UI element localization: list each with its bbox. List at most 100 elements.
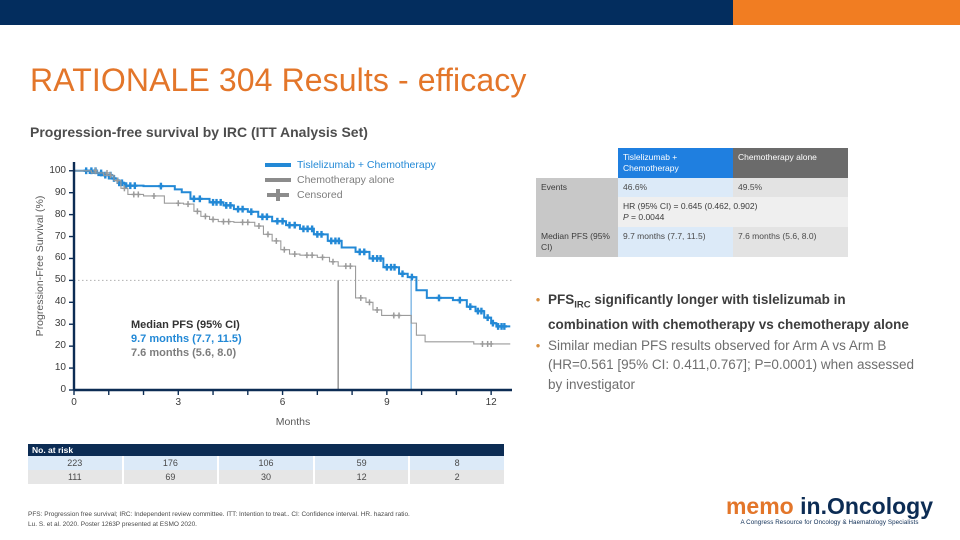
median-annotation-grey: 7.6 months (5.6, 8.0) bbox=[131, 347, 237, 359]
bullet-item-1: • Similar median PFS results observed for… bbox=[528, 336, 928, 395]
risk-cell: 69 bbox=[123, 470, 220, 484]
censor-mark bbox=[210, 216, 216, 223]
chart-subtitle: Progression-free survival by IRC (ITT An… bbox=[30, 124, 368, 140]
censor-mark bbox=[191, 195, 197, 203]
censor-mark bbox=[292, 221, 298, 229]
bullet-dot-icon: • bbox=[535, 337, 541, 353]
censor-mark bbox=[396, 312, 402, 319]
risk-cell: 176 bbox=[123, 456, 220, 470]
table-header-arm-b: Chemotherapy alone bbox=[733, 148, 848, 178]
censor-mark bbox=[151, 192, 157, 199]
censor-mark bbox=[304, 252, 310, 259]
x-tick-label: 12 bbox=[485, 397, 497, 408]
legend-item-1: Chemotherapy alone bbox=[265, 173, 436, 187]
censor-mark bbox=[256, 223, 262, 230]
chart-legend: Tislelizumab + Chemotherapy Chemotherapy … bbox=[265, 158, 436, 203]
row-label-median-pfs: Median PFS (95% CI) bbox=[536, 227, 618, 257]
header-band-orange bbox=[733, 0, 960, 25]
censor-mark bbox=[480, 340, 485, 347]
bullet-text: PFSIRC significantly longer with tisleli… bbox=[548, 292, 909, 333]
header-band-navy bbox=[0, 0, 733, 25]
median-annotation-heading: Median PFS (95% CI) bbox=[131, 319, 240, 331]
censor-mark bbox=[240, 219, 245, 226]
legend-line-swatch bbox=[265, 158, 291, 172]
hr-row-blank bbox=[536, 197, 618, 227]
censor-mark bbox=[305, 225, 311, 233]
y-tick-label: 100 bbox=[49, 164, 66, 176]
y-tick-label: 10 bbox=[54, 362, 66, 374]
censor-mark bbox=[399, 270, 406, 278]
censor-mark bbox=[274, 217, 280, 225]
events-arm-a: 46.6% bbox=[618, 178, 733, 197]
censor-mark bbox=[374, 306, 380, 313]
censor-mark bbox=[158, 182, 164, 190]
censor-mark bbox=[391, 312, 397, 319]
table-row: Median PFS (95% CI) 9.7 months (7.7, 11.… bbox=[536, 227, 848, 257]
page-title: RATIONALE 304 Results - efficacy bbox=[30, 62, 527, 98]
censor-mark bbox=[265, 231, 271, 238]
number-at-risk-table: No. at risk 223 176 106 59 8 111 69 30 12 2 bbox=[28, 444, 504, 484]
censor-mark bbox=[292, 251, 297, 258]
median-annotation-blue: 9.7 months (7.7, 11.5) bbox=[131, 333, 242, 345]
hazard-ratio-cell: HR (95% CI) = 0.645 (0.462, 0.902) P = 0… bbox=[618, 197, 848, 227]
censor-mark bbox=[248, 208, 254, 216]
censor-mark bbox=[282, 246, 287, 253]
table-corner-cell bbox=[536, 148, 618, 178]
censor-mark bbox=[457, 296, 463, 304]
bullet-item-0: • PFSIRC significantly longer with tislel… bbox=[528, 290, 928, 335]
risk-cell: 12 bbox=[314, 470, 411, 484]
censor-mark bbox=[136, 191, 141, 198]
risk-cell: 223 bbox=[28, 456, 124, 470]
censor-mark bbox=[131, 191, 136, 198]
censor-mark bbox=[361, 248, 367, 256]
footnote-line-1: PFS: Progression free survival; IRC: Ind… bbox=[28, 511, 410, 518]
y-tick-label: 70 bbox=[54, 230, 66, 242]
censor-mark bbox=[239, 205, 246, 213]
median-pfs-annotation: Median PFS (95% CI) 9.7 months (7.7, 11.… bbox=[131, 318, 242, 360]
table-header-arm-a: Tislelizumab + Chemotherapy bbox=[618, 148, 733, 178]
y-tick-label: 40 bbox=[54, 296, 66, 308]
bullet-text: Similar median PFS results observed for … bbox=[548, 337, 914, 392]
censor-mark bbox=[176, 200, 181, 207]
censored-marker-icon bbox=[265, 188, 291, 202]
memo-inoncology-logo: memo in.Oncology A Congress Resource for… bbox=[722, 494, 937, 527]
y-tick-label: 80 bbox=[54, 208, 66, 220]
risk-cell: 106 bbox=[219, 456, 315, 470]
risk-cell: 2 bbox=[410, 470, 504, 484]
table-row-hr: HR (95% CI) = 0.645 (0.462, 0.902) P = 0… bbox=[536, 197, 848, 227]
bullet-subscript: IRC bbox=[574, 299, 591, 311]
censor-mark bbox=[488, 340, 494, 347]
censor-mark bbox=[391, 263, 398, 271]
censor-mark bbox=[235, 205, 241, 213]
censor-mark bbox=[245, 219, 251, 226]
censor-mark bbox=[320, 254, 325, 261]
censor-mark bbox=[367, 299, 372, 306]
censor-mark bbox=[318, 230, 325, 238]
risk-cell: 59 bbox=[314, 456, 411, 470]
x-tick-label: 3 bbox=[175, 397, 182, 408]
hr-line-1: HR (95% CI) = 0.645 (0.462, 0.902) bbox=[623, 201, 758, 211]
censor-mark bbox=[132, 182, 138, 190]
censor-mark bbox=[185, 201, 191, 208]
risk-cell: 30 bbox=[219, 470, 315, 484]
footnote-line-2: Lu. S. et al. 2020. Poster 1263P present… bbox=[28, 520, 197, 528]
risk-row-arm-b: 111 69 30 12 2 bbox=[28, 470, 504, 484]
x-axis-label: Months bbox=[275, 416, 311, 428]
censor-mark bbox=[264, 213, 270, 221]
risk-cell: 8 bbox=[410, 456, 504, 470]
logo-wordmark: memo in.Oncology bbox=[722, 494, 937, 519]
y-tick-label: 30 bbox=[54, 318, 66, 330]
footnote: PFS: Progression free survival; IRC: Ind… bbox=[28, 510, 528, 529]
censor-mark bbox=[197, 195, 203, 203]
censor-mark bbox=[357, 248, 363, 256]
median-pfs-arm-b: 7.6 months (5.6, 8.0) bbox=[733, 227, 848, 257]
censor-mark bbox=[127, 182, 133, 190]
censor-mark bbox=[286, 221, 293, 229]
x-tick-label: 9 bbox=[384, 397, 390, 408]
censor-mark bbox=[436, 294, 442, 302]
censor-mark bbox=[227, 202, 234, 209]
y-tick-label: 50 bbox=[54, 274, 66, 286]
y-tick-label: 60 bbox=[54, 252, 66, 264]
censor-mark bbox=[279, 217, 286, 225]
censor-mark bbox=[343, 263, 349, 270]
